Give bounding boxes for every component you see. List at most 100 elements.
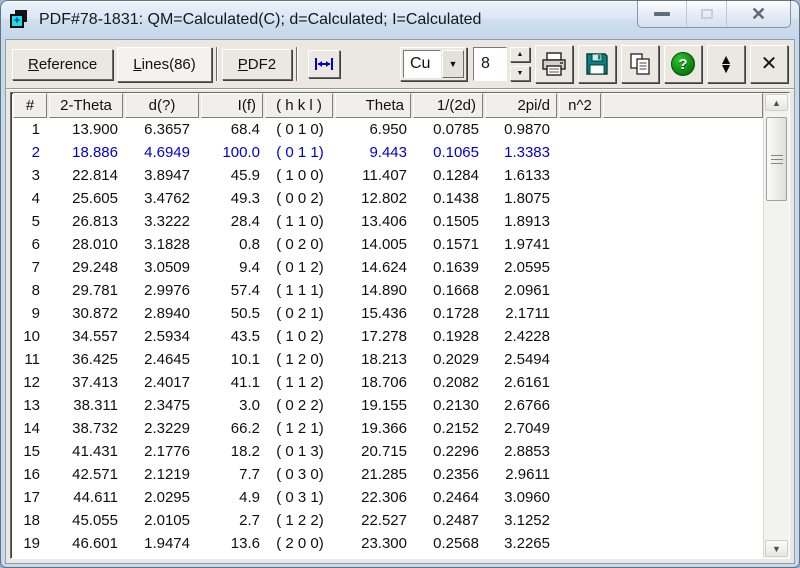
table-row[interactable]: 3 22.814 3.8947 45.9 ( 1 0 0) 11.407 0.1284 1.6… xyxy=(13,164,763,187)
column-header-2pi-d[interactable]: 2pi/d xyxy=(485,93,557,118)
cell: 100.0 xyxy=(222,144,260,161)
cell: 1.6133 xyxy=(504,167,550,184)
table-row[interactable]: 17 44.611 2.0295 4.9 ( 0 3 1) 22.306 0.2464 3.0… xyxy=(13,486,763,509)
cell: 2.7 xyxy=(239,512,260,529)
column-header-theta[interactable]: Theta xyxy=(335,93,411,118)
table-row[interactable]: 14 38.732 2.3229 66.2 ( 1 2 1) 19.366 0.2152 2.… xyxy=(13,417,763,440)
table-row[interactable]: 4 25.605 3.4762 49.3 ( 0 0 2) 12.802 0.1438 1.8… xyxy=(13,187,763,210)
cell: ( 0 3 1) xyxy=(276,489,324,506)
table-row[interactable]: 2 18.886 4.6949 100.0 ( 0 1 1) 9.443 0.1065 1.3… xyxy=(13,141,763,164)
minimize-button[interactable] xyxy=(638,1,686,27)
table-row[interactable]: 9 30.872 2.8940 50.5 ( 0 2 1) 15.436 0.1728 2.1… xyxy=(13,302,763,325)
vertical-scrollbar[interactable]: ▲ ▼ xyxy=(763,93,789,558)
copy-button[interactable] xyxy=(621,45,659,83)
table-row[interactable]: 16 42.571 2.1219 7.7 ( 0 3 0) 21.285 0.2356 2.9… xyxy=(13,463,763,486)
cell xyxy=(603,141,763,164)
spin-down-button[interactable]: ▼ xyxy=(510,66,530,81)
cell: ( 0 2 1) xyxy=(276,305,324,322)
table-row[interactable]: 5 26.813 3.3222 28.4 ( 1 1 0) 13.406 0.1505 1.8… xyxy=(13,210,763,233)
cell: 0.2082 xyxy=(433,374,479,391)
column-header-n2[interactable]: n^2 xyxy=(559,93,601,118)
cell: 9.4 xyxy=(239,259,260,276)
cell: ( 0 1 1) xyxy=(276,144,324,161)
cell xyxy=(559,486,603,509)
table-row[interactable]: 11 36.425 2.4645 10.1 ( 1 2 0) 18.213 0.2029 2.… xyxy=(13,348,763,371)
table-row[interactable]: 12 37.413 2.4017 41.1 ( 1 1 2) 18.706 0.2082 2.… xyxy=(13,371,763,394)
cell xyxy=(603,532,763,555)
close-card-button[interactable]: ✕ xyxy=(750,45,788,83)
combo-dropdown-button[interactable]: ▼ xyxy=(442,50,464,78)
cell: 44.611 xyxy=(73,489,118,506)
column-header-intensity[interactable]: I(f) xyxy=(201,93,263,118)
table-row[interactable]: 10 34.557 2.5934 43.5 ( 1 0 2) 17.278 0.1928 2.… xyxy=(13,325,763,348)
table-row[interactable]: 7 29.248 3.0509 9.4 ( 0 1 2) 14.624 0.1639 2.05… xyxy=(13,256,763,279)
cell: ( 1 2 2) xyxy=(276,512,324,529)
column-header-index[interactable]: # xyxy=(13,93,47,118)
card-front-icon: + xyxy=(10,14,24,28)
cell: 4 xyxy=(31,190,40,207)
pdf-card-window: + PDF#78-1831: QM=Calculated(C); d=Calcu… xyxy=(0,0,800,568)
digits-spinner[interactable]: 8 ▲ ▼ xyxy=(473,47,530,81)
spinner-value: 8 xyxy=(473,47,507,81)
cell: 0.1639 xyxy=(433,259,479,276)
close-window-button[interactable]: ✕ xyxy=(726,1,790,27)
cell: 38.311 xyxy=(73,397,118,414)
help-button[interactable]: ? xyxy=(664,45,702,83)
cell xyxy=(559,532,603,555)
table-row[interactable]: 18 45.055 2.0105 2.7 ( 1 2 2) 22.527 0.2487 3.1… xyxy=(13,509,763,532)
cell: 28.4 xyxy=(230,213,260,230)
cell: 13.6 xyxy=(230,535,260,552)
tab-label: ines(86) xyxy=(141,55,196,73)
cell: ( 1 2 0) xyxy=(276,351,324,368)
cell: 43.5 xyxy=(230,328,260,345)
cell: ( 1 0 0) xyxy=(276,167,324,184)
scroll-up-button[interactable]: ▲ xyxy=(765,94,788,111)
cell: ( 2 0 0) xyxy=(276,535,324,552)
column-header-1-2d[interactable]: 1/(2d) xyxy=(413,93,483,118)
cell: 0.1284 xyxy=(433,167,479,184)
cell xyxy=(559,302,603,325)
tab-reference[interactable]: Reference xyxy=(12,48,114,80)
tab-lines[interactable]: Lines(86) xyxy=(117,46,212,82)
sort-toggle-button[interactable]: ▲ ▼ xyxy=(707,45,745,83)
scrollbar-thumb[interactable] xyxy=(766,117,787,201)
cell: 13.900 xyxy=(72,121,118,138)
table-row[interactable]: 13 38.311 2.3475 3.0 ( 0 2 2) 19.155 0.2130 2.6… xyxy=(13,394,763,417)
scroll-down-button[interactable]: ▼ xyxy=(765,540,788,557)
cell: 0.1728 xyxy=(433,305,479,322)
cell xyxy=(559,210,603,233)
table-row[interactable]: 1 13.900 6.3657 68.4 ( 0 1 0) 6.950 0.0785 0.98… xyxy=(13,118,763,141)
column-header-d[interactable]: d(?) xyxy=(125,93,199,118)
table-row[interactable]: 15 41.431 2.1776 18.2 ( 0 1 3) 20.715 0.2296 2.… xyxy=(13,440,763,463)
cell xyxy=(603,486,763,509)
window-title: PDF#78-1831: QM=Calculated(C); d=Calcula… xyxy=(39,11,482,28)
anode-combobox[interactable]: Cu ▼ xyxy=(400,47,467,81)
tab-pdf2[interactable]: PDF2 xyxy=(221,48,293,80)
table-row[interactable]: 6 28.010 3.1828 0.8 ( 0 2 0) 14.005 0.1571 1.97… xyxy=(13,233,763,256)
scroll-up-icon: ▲ xyxy=(772,97,781,108)
cell xyxy=(603,118,763,141)
cell: ( 0 0 2) xyxy=(276,190,324,207)
column-header-2theta[interactable]: 2-Theta xyxy=(49,93,123,118)
cell xyxy=(559,233,603,256)
table-row[interactable]: 19 46.601 1.9474 13.6 ( 2 0 0) 23.300 0.2568 3.… xyxy=(13,532,763,555)
print-button[interactable] xyxy=(535,45,573,83)
cell xyxy=(559,279,603,302)
cell: 13 xyxy=(23,397,40,414)
save-button[interactable] xyxy=(578,45,616,83)
table-row[interactable]: 8 29.781 2.9976 57.4 ( 1 1 1) 14.890 0.1668 2.0… xyxy=(13,279,763,302)
cell: 2 xyxy=(31,144,40,161)
cell: 66.2 xyxy=(230,420,260,437)
table-rows: 1 13.900 6.3657 68.4 ( 0 1 0) 6.950 0.0785 0.98… xyxy=(13,118,763,558)
column-header-hkl[interactable]: ( h k l ) xyxy=(265,93,333,118)
spin-up-button[interactable]: ▲ xyxy=(510,47,530,62)
scrollbar-track[interactable] xyxy=(764,201,789,540)
cell xyxy=(559,348,603,371)
cell: 2.8940 xyxy=(144,305,190,322)
cell: 3.4762 xyxy=(144,190,190,207)
cell: 50.5 xyxy=(230,305,260,322)
fit-width-button[interactable] xyxy=(308,50,341,78)
cell: ( 0 3 0) xyxy=(276,466,324,483)
cell: 12 xyxy=(23,374,40,391)
maximize-button[interactable] xyxy=(686,1,726,27)
